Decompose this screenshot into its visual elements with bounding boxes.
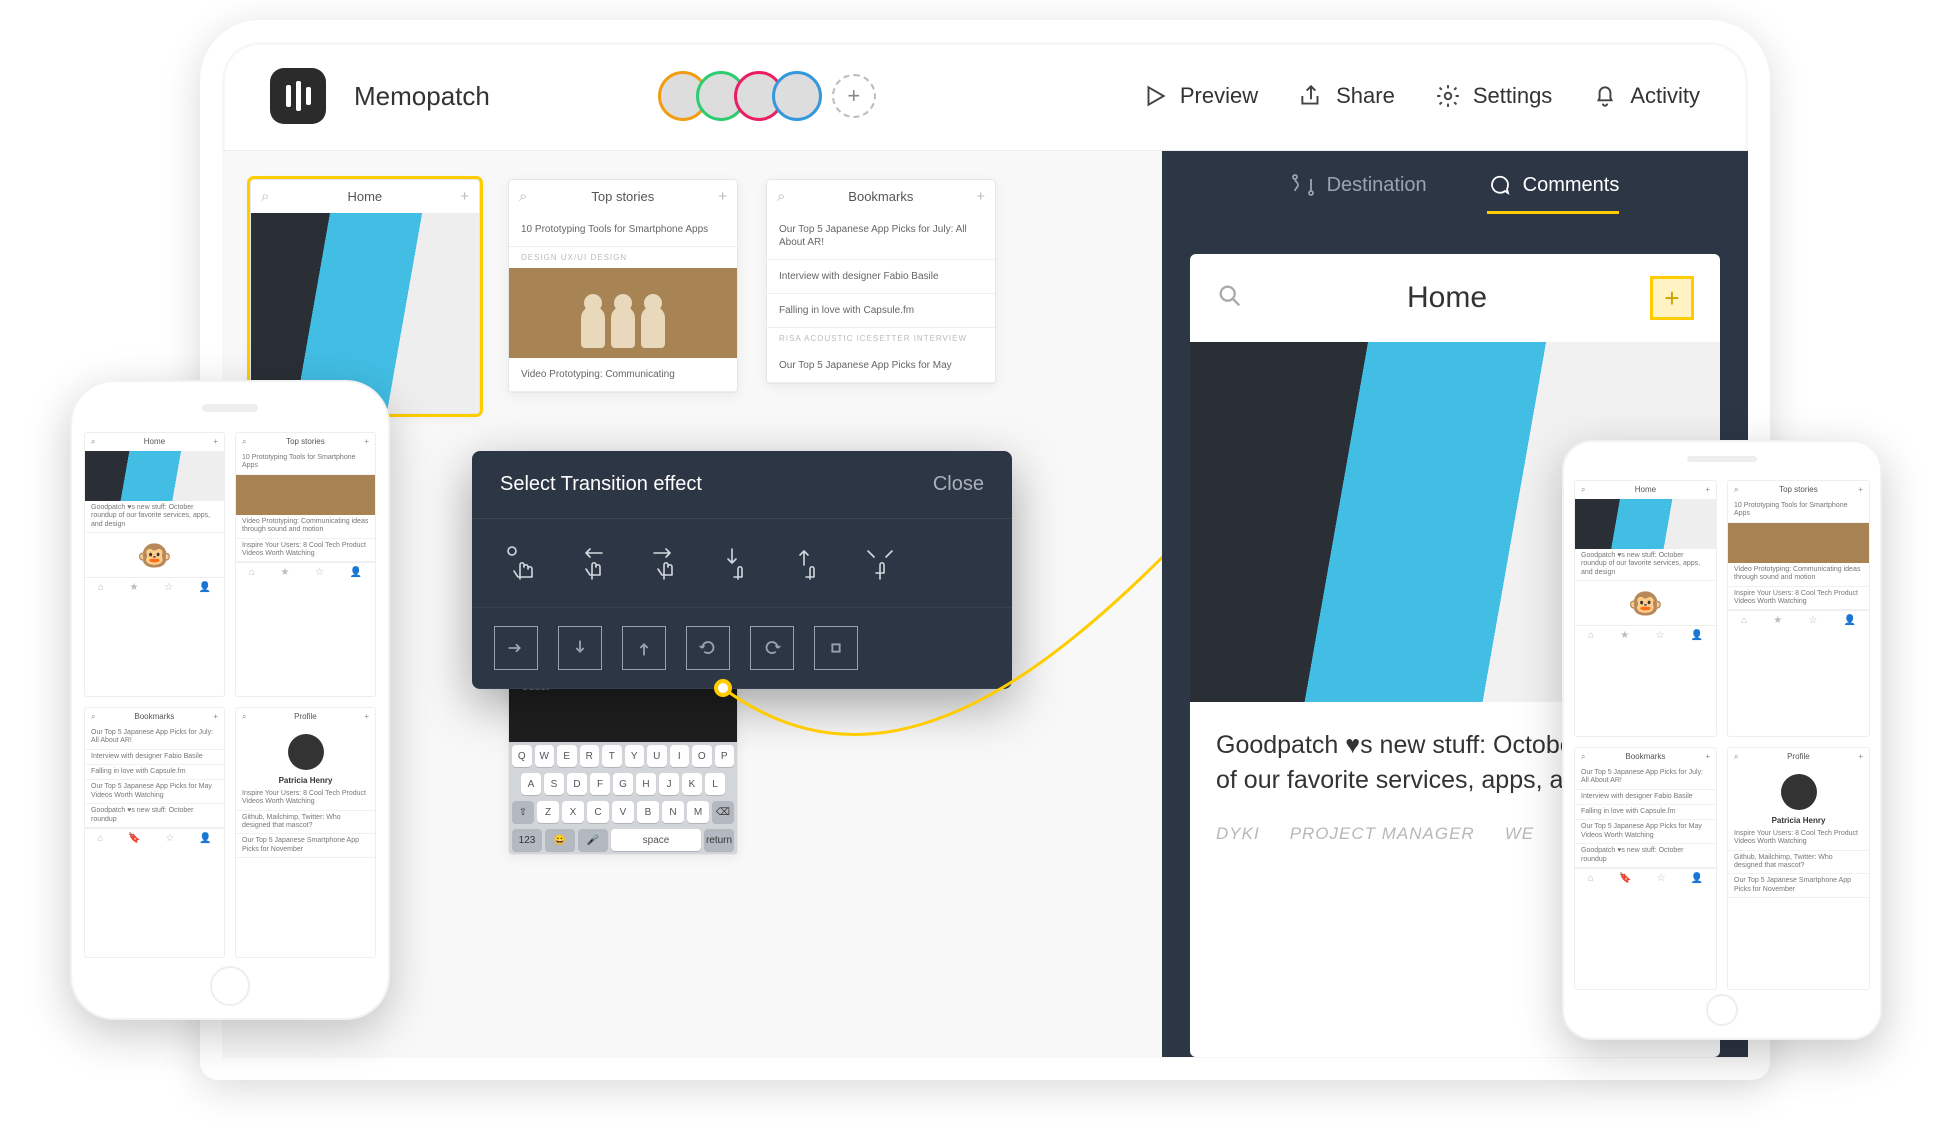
- mini-image: [236, 475, 375, 515]
- mini-image: [85, 451, 224, 501]
- screen-title: Home: [347, 189, 382, 204]
- plus-icon: +: [976, 188, 985, 205]
- transition-rotate-right-icon[interactable]: [750, 626, 794, 670]
- mini-screen-profile[interactable]: ⌕Profile+ Patricia Henry Inspire Your Us…: [1727, 747, 1870, 990]
- bookmark-row: Falling in love with Capsule.fm: [767, 294, 995, 328]
- story-row: Video Prototyping: Communicating: [509, 358, 737, 392]
- bookmark-row: Our Top 5 Japanese App Picks for May: [767, 349, 995, 383]
- plus-icon: +: [718, 188, 727, 205]
- modal-close-button[interactable]: Close: [933, 473, 984, 496]
- transition-slide-up-icon[interactable]: [622, 626, 666, 670]
- collaborator-avatars: +: [658, 71, 876, 121]
- monkey-icon: 🐵: [85, 533, 224, 577]
- bookmark-tags: RISA ACOUSTIC ICESETTER INTERVIEW: [767, 328, 995, 349]
- bookmark-row: Our Top 5 Japanese App Picks for July: A…: [767, 213, 995, 260]
- android-frame: ⌕Home+ Goodpatch ♥s new stuff: October r…: [1562, 440, 1882, 1040]
- transition-rotate-left-icon[interactable]: [686, 626, 730, 670]
- activity-button[interactable]: Activity: [1592, 83, 1700, 109]
- transition-modal: Select Transition effect Close: [472, 451, 1012, 689]
- project-name: Memopatch: [354, 81, 490, 112]
- profile-name: Patricia Henry: [1728, 814, 1869, 827]
- phone-home-button: [210, 966, 250, 1006]
- iphone-frame: ⌕Home+ Goodpatch ♥s new stuff: October r…: [70, 380, 390, 1020]
- preview-add-hotspot-button[interactable]: +: [1650, 276, 1694, 320]
- mini-screen-home[interactable]: ⌕Home+ Goodpatch ♥s new stuff: October r…: [1574, 480, 1717, 737]
- phone-home-button: [1706, 994, 1738, 1026]
- settings-button[interactable]: Settings: [1435, 83, 1553, 109]
- bell-icon: [1592, 83, 1618, 109]
- phone-grid: ⌕Home+ Goodpatch ♥s new stuff: October r…: [1574, 480, 1870, 990]
- preview-title: Home: [1407, 281, 1487, 315]
- preview-search-button[interactable]: [1216, 282, 1244, 315]
- mini-screen-profile[interactable]: ⌕Profile+ Patricia Henry Inspire Your Us…: [235, 707, 376, 958]
- phone-speaker: [202, 404, 258, 412]
- profile-avatar: [288, 734, 324, 770]
- transition-slide-right-icon[interactable]: [494, 626, 538, 670]
- gesture-swipe-left-icon[interactable]: [566, 537, 618, 589]
- avatar-4[interactable]: [772, 71, 822, 121]
- gesture-pinch-icon[interactable]: [854, 537, 906, 589]
- comment-icon: [1487, 173, 1511, 197]
- screen-bookmarks[interactable]: ⌕ Bookmarks + Our Top 5 Japanese App Picks…: [766, 179, 996, 384]
- add-collaborator-button[interactable]: +: [832, 74, 876, 118]
- story-tags: DESIGN UX/UI DESIGN: [509, 247, 737, 268]
- transition-slide-down-icon[interactable]: [558, 626, 602, 670]
- gesture-row: [472, 519, 1012, 608]
- gear-icon: [1435, 83, 1461, 109]
- gesture-tap-icon[interactable]: [494, 537, 546, 589]
- route-icon: [1291, 173, 1315, 197]
- screen-title: Top stories: [591, 189, 654, 204]
- phone-speaker: [1687, 456, 1757, 462]
- mini-screen-top-stories[interactable]: ⌕Top stories+ 10 Prototyping Tools for S…: [1727, 480, 1870, 737]
- mini-screen-bookmarks[interactable]: ⌕Bookmarks+ Our Top 5 Japanese App Picks…: [84, 707, 225, 958]
- mini-screen-bookmarks[interactable]: ⌕Bookmarks+ Our Top 5 Japanese App Picks…: [1574, 747, 1717, 990]
- transition-none-icon[interactable]: [814, 626, 858, 670]
- app-logo-icon[interactable]: [270, 68, 326, 124]
- phone-grid: ⌕Home+ Goodpatch ♥s new stuff: October r…: [84, 432, 376, 958]
- profile-avatar: [1781, 774, 1817, 810]
- preview-button[interactable]: Preview: [1142, 83, 1258, 109]
- share-button[interactable]: Share: [1298, 83, 1395, 109]
- laptop-frame: Memopatch + Preview Share: [200, 20, 1770, 1080]
- mini-image: [1728, 523, 1869, 563]
- tab-comments[interactable]: Comments: [1487, 173, 1620, 214]
- search-icon: ⌕: [519, 188, 527, 205]
- screen-top-stories[interactable]: ⌕ Top stories + 10 Prototyping Tools for S…: [508, 179, 738, 393]
- link-origin-node[interactable]: [714, 679, 732, 697]
- plus-icon: +: [460, 188, 469, 205]
- search-icon: ⌕: [261, 188, 269, 205]
- monkey-icon: 🐵: [1575, 581, 1716, 625]
- profile-name: Patricia Henry: [236, 774, 375, 787]
- main-area: ⌕Home+ App ⌕Top stories+ 10 Prototyping …: [222, 151, 1748, 1057]
- tab-destination[interactable]: Destination: [1291, 173, 1427, 214]
- screen-title: Bookmarks: [848, 189, 913, 204]
- transition-row: [472, 608, 1012, 689]
- story-row: 10 Prototyping Tools for Smartphone Apps: [509, 213, 737, 247]
- modal-title: Select Transition effect: [500, 473, 702, 496]
- gesture-swipe-down-icon[interactable]: [710, 537, 762, 589]
- share-icon: [1298, 83, 1324, 109]
- bookmark-row: Interview with designer Fabio Basile: [767, 260, 995, 294]
- search-icon: ⌕: [777, 188, 785, 205]
- mini-screen-home[interactable]: ⌕Home+ Goodpatch ♥s new stuff: October r…: [84, 432, 225, 697]
- screen-home[interactable]: ⌕ Home +: [250, 179, 480, 414]
- top-toolbar: Memopatch + Preview Share: [222, 42, 1748, 151]
- story-image: [509, 268, 737, 358]
- mini-screen-top-stories[interactable]: ⌕Top stories+ 10 Prototyping Tools for S…: [235, 432, 376, 697]
- play-icon: [1142, 83, 1168, 109]
- gesture-swipe-right-icon[interactable]: [638, 537, 690, 589]
- gesture-swipe-up-icon[interactable]: [782, 537, 834, 589]
- mini-image: [1575, 499, 1716, 549]
